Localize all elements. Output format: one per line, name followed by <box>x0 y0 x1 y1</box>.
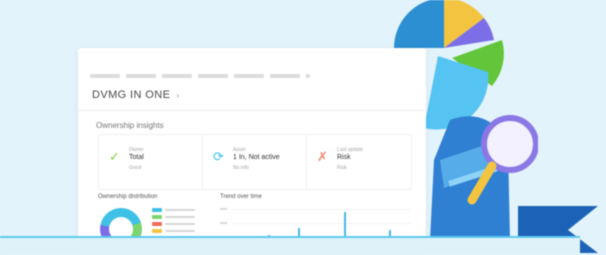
chevron-right-icon[interactable]: › <box>176 91 179 100</box>
panel-title-trend: Trend over time <box>220 194 262 200</box>
divider <box>78 110 426 111</box>
check-icon: ✓ <box>109 149 120 164</box>
y-tick <box>220 222 227 224</box>
legend-text <box>165 230 195 232</box>
stat-card-owner[interactable]: ✓ Owner Total Good <box>98 134 204 190</box>
bottom-band <box>0 236 580 255</box>
stat-sub: Good <box>129 165 142 171</box>
grid-line <box>232 223 410 224</box>
stat-card-risk[interactable]: ✗ Last update Risk Risk <box>306 134 412 190</box>
legend-text <box>165 223 195 225</box>
page-title: DVMG IN ONE › <box>92 89 179 101</box>
stat-value: Risk <box>337 154 351 161</box>
stat-value: 1 In, Not active <box>233 154 280 161</box>
legend-text <box>165 216 195 218</box>
legend-swatch <box>152 208 162 212</box>
panel-title-distribution: Ownership distribution <box>98 194 158 200</box>
breadcrumb <box>90 74 310 78</box>
grid-line <box>232 209 410 210</box>
stat-label: Last update <box>337 147 364 153</box>
page-title-text: DVMG IN ONE <box>92 89 171 101</box>
stat-card-asset[interactable]: ⟳ Asset 1 In, Not active No info <box>202 134 308 190</box>
stat-label: Owner <box>129 147 144 153</box>
legend-text <box>165 209 195 211</box>
dashboard-card: DVMG IN ONE › Ownership insights ✓ Owner … <box>78 48 426 253</box>
stat-sub: No info <box>233 165 249 171</box>
legend-swatch <box>152 215 162 219</box>
alert-icon: ✗ <box>317 149 328 164</box>
legend-swatch <box>152 222 162 226</box>
stat-sub: Risk <box>337 165 347 171</box>
legend-swatch <box>152 229 162 233</box>
section-title: Ownership insights <box>96 121 164 130</box>
connection-icon: ⟳ <box>213 149 224 164</box>
y-tick <box>220 208 227 210</box>
stat-label: Asset <box>233 147 246 153</box>
stat-value: Total <box>129 154 144 161</box>
